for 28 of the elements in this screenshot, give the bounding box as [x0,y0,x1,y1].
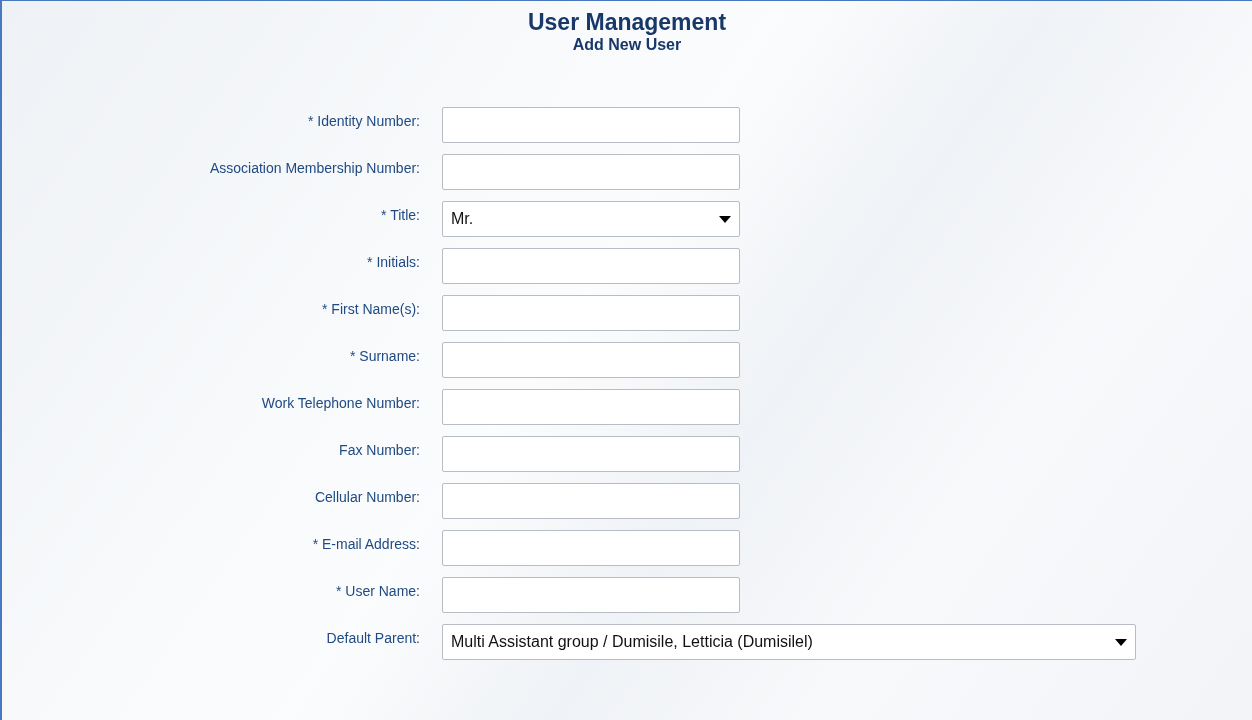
text-field[interactable] [442,389,740,425]
page-title: User Management [527,9,727,35]
field-label: * Surname: [349,348,420,364]
text-field[interactable] [442,342,740,378]
text-field[interactable] [442,295,740,331]
field-label: Cellular Number: [314,489,420,505]
field-label: Default Parent: [326,630,420,646]
field-label: Fax Number: [339,442,420,458]
text-field[interactable] [442,248,740,284]
field-label: * First Name(s): [322,301,420,317]
field-label: * Initials: [367,254,420,270]
text-field[interactable] [442,436,740,472]
field-label: * E-mail Address: [312,536,420,552]
dropdown[interactable]: Multi Assistant group / Dumisile, Letticia (Dumisilel) [442,624,1136,660]
caret-icon [719,215,731,223]
text-field[interactable] [442,483,740,519]
field-label: Work Telephone Number: [261,395,420,411]
dropdown[interactable]: Mr. [442,201,740,237]
field-label: * User Name: [335,583,420,599]
text-field[interactable] [442,107,740,143]
page-subtitle: Add New User [572,35,682,55]
text-field[interactable] [442,577,740,613]
text-field[interactable] [442,154,740,190]
field-label: Association Membership Number: [209,160,420,176]
field-label: * Title: [381,207,420,223]
caret-icon [1115,638,1127,646]
text-field[interactable] [442,530,740,566]
field-label: * Identity Number: [307,113,420,129]
